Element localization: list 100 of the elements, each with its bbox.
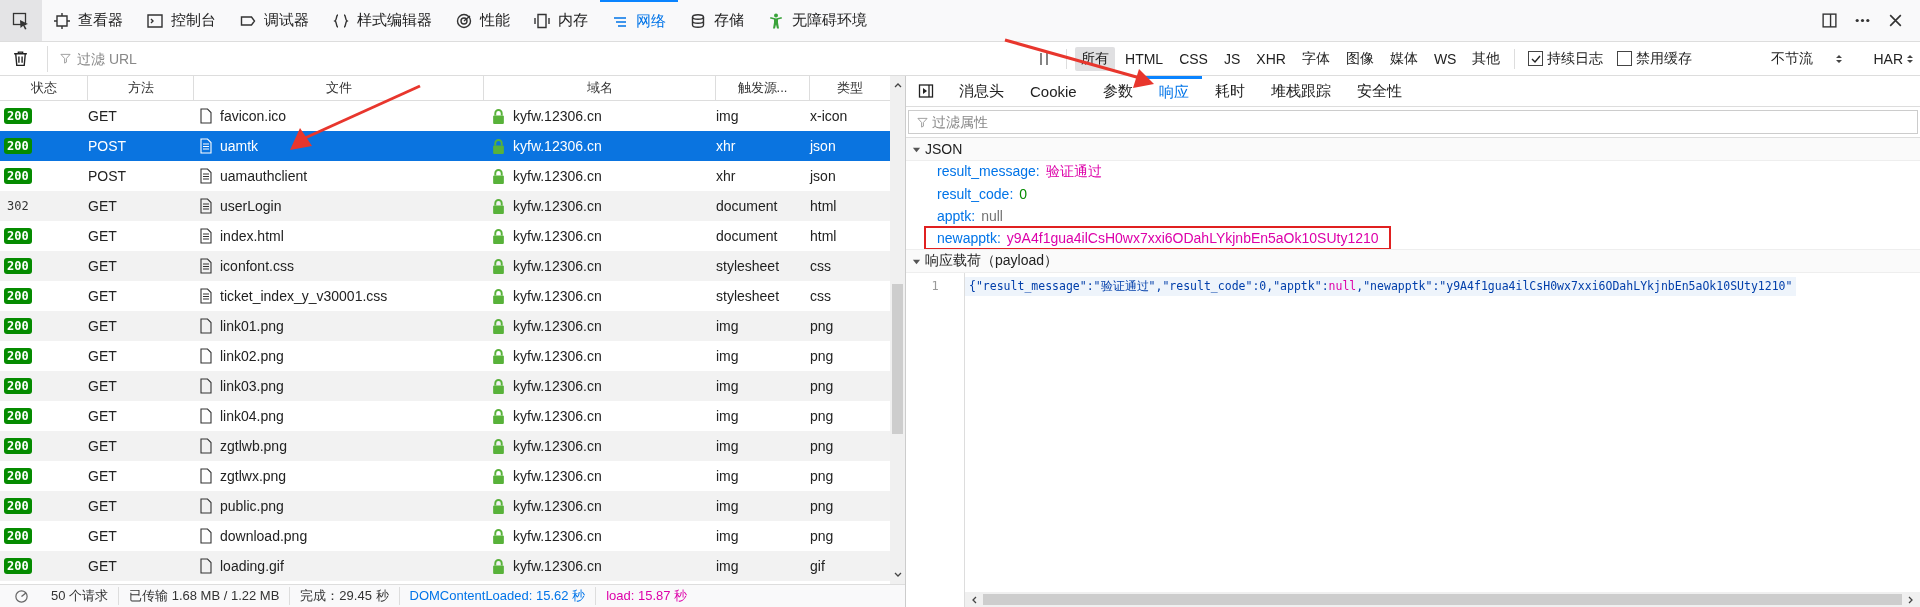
table-cell: kyfw.12306.cn — [513, 168, 602, 184]
table-cell: kyfw.12306.cn — [513, 228, 602, 244]
table-cell: kyfw.12306.cn — [513, 528, 602, 544]
scrollbar[interactable] — [965, 592, 1920, 607]
element-picker-button[interactable] — [0, 0, 42, 41]
detail-tab[interactable]: Cookie — [1017, 76, 1090, 106]
lock-icon — [492, 498, 505, 514]
table-cell: img — [716, 378, 739, 394]
detail-tab[interactable]: 堆栈跟踪 — [1257, 76, 1344, 106]
status-code: 200 — [4, 498, 32, 514]
table-cell: public.png — [220, 498, 284, 514]
type-filter-button[interactable]: CSS — [1173, 47, 1214, 70]
status-code: 200 — [4, 378, 32, 394]
column-header[interactable]: 域名 — [484, 76, 716, 100]
devtools-tab[interactable]: 无障碍环境 — [756, 0, 879, 41]
checkbox-label: 持续日志 — [1547, 49, 1604, 68]
table-cell: png — [810, 378, 834, 394]
devtools-tab[interactable]: 存储 — [678, 0, 756, 41]
devtools-tab[interactable]: 控制台 — [135, 0, 228, 41]
devtools-tab[interactable]: 内存 — [522, 0, 600, 41]
table-cell: kyfw.12306.cn — [513, 138, 602, 154]
request-row[interactable]: 200 GET zgtlwb.png kyfw.12306.cn img png — [0, 431, 890, 461]
column-header[interactable]: 类型 — [810, 76, 890, 100]
type-filter-button[interactable]: JS — [1217, 47, 1247, 70]
type-filter-button[interactable]: HTML — [1119, 47, 1170, 70]
scrollbar[interactable] — [890, 76, 905, 584]
section-header[interactable]: JSON — [906, 138, 1920, 161]
column-header[interactable]: 文件 — [194, 76, 484, 100]
type-filter-button[interactable]: WS — [1427, 47, 1463, 70]
status-code: 200 — [4, 438, 32, 454]
table-cell: html — [810, 228, 837, 244]
status-code: 200 — [4, 108, 32, 124]
lock-icon — [492, 348, 505, 364]
detail-tab[interactable]: 消息头 — [946, 76, 1017, 106]
section-title: 响应载荷（payload） — [925, 252, 1059, 270]
braces-icon — [333, 12, 349, 29]
close-icon[interactable] — [1887, 12, 1904, 29]
table-cell: uamtk — [220, 138, 259, 154]
checkbox[interactable] — [1617, 51, 1633, 66]
request-row[interactable]: 200 POST uamtk kyfw.12306.cn xhr json — [0, 131, 890, 161]
table-cell: img — [716, 408, 739, 424]
table-cell: kyfw.12306.cn — [513, 498, 602, 514]
scrollbar-thumb[interactable] — [892, 284, 903, 434]
request-row[interactable]: 302 GET userLogin kyfw.12306.cn document html — [0, 191, 890, 221]
detail-tab[interactable]: 参数 — [1089, 76, 1146, 106]
detail-tab[interactable]: 耗时 — [1201, 76, 1258, 106]
table-cell: stylesheet — [716, 258, 780, 274]
throttle-select[interactable]: 不节流 — [1771, 49, 1844, 68]
status-code: 200 — [4, 138, 32, 154]
type-filter-button[interactable]: 媒体 — [1383, 46, 1424, 71]
table-cell: link04.png — [220, 408, 284, 424]
devtools-tab[interactable]: 性能 — [444, 0, 522, 41]
table-cell: index.html — [220, 228, 284, 244]
section-title: JSON — [925, 141, 963, 157]
request-row[interactable]: 200 GET public.png kyfw.12306.cn img png — [0, 491, 890, 521]
table-cell: GET — [88, 438, 117, 454]
column-header[interactable]: 状态 — [0, 76, 88, 100]
detail-tab[interactable]: 安全性 — [1343, 76, 1415, 106]
request-row[interactable]: 200 GET loading.gif kyfw.12306.cn img gif — [0, 551, 890, 581]
json-value: 验证通过 — [1045, 163, 1102, 181]
checkbox[interactable] — [1528, 51, 1544, 66]
request-row[interactable]: 200 GET link01.png kyfw.12306.cn img png — [0, 311, 890, 341]
table-cell: link03.png — [220, 378, 284, 394]
filter-icon — [917, 117, 928, 128]
json-key: result_message: — [937, 163, 1040, 181]
table-cell: GET — [88, 108, 117, 124]
type-filter-button[interactable]: XHR — [1250, 47, 1292, 70]
filter-url-field[interactable]: 过滤 URL — [75, 49, 379, 68]
table-cell: uamauthclient — [220, 168, 308, 184]
json-value: null — [981, 208, 1003, 224]
table-cell: img — [716, 558, 739, 574]
devtools-tab[interactable]: 调试器 — [228, 0, 321, 41]
type-filter-button[interactable]: 图像 — [1339, 46, 1380, 71]
table-cell: img — [716, 468, 739, 484]
scrollbar-thumb[interactable] — [983, 594, 1902, 605]
table-cell: GET — [88, 318, 117, 334]
request-row[interactable]: 200 GET link03.png kyfw.12306.cn img png — [0, 371, 890, 401]
type-filter-button[interactable]: 字体 — [1295, 46, 1336, 71]
sidebar-toggle-icon[interactable] — [918, 83, 934, 99]
dock-icon[interactable] — [1821, 12, 1838, 29]
table-cell: iconfont.css — [220, 258, 294, 274]
gauge-icon[interactable] — [14, 588, 29, 604]
devtools-tab[interactable]: 样式编辑器 — [321, 0, 444, 41]
type-filter-button[interactable]: 其他 — [1466, 46, 1507, 71]
devtools-tab[interactable]: 查看器 — [42, 0, 135, 41]
table-cell: kyfw.12306.cn — [513, 288, 602, 304]
pause-icon[interactable] — [1038, 51, 1051, 66]
pointer-icon — [12, 11, 30, 30]
column-header[interactable]: 触发源... — [716, 76, 810, 100]
section-header[interactable]: 响应载荷（payload） — [906, 249, 1920, 273]
har-select[interactable]: HAR — [1873, 50, 1914, 67]
json-value: y9A4f1gua4ilCsH0wx7xxi6ODahLYkjnbEn5aOk10SUty1210 — [1006, 230, 1379, 246]
trash-icon[interactable] — [12, 50, 29, 67]
filter-properties-field[interactable]: 过滤属性 — [908, 110, 1918, 134]
column-header[interactable]: 方法 — [88, 76, 194, 100]
request-row[interactable]: 200 GET iconfont.css kyfw.12306.cn stylesheet css — [0, 251, 890, 281]
table-cell: kyfw.12306.cn — [513, 558, 602, 574]
table-cell: x-icon — [810, 108, 848, 124]
table-cell: kyfw.12306.cn — [513, 348, 602, 364]
status-code: 302 — [6, 198, 30, 214]
